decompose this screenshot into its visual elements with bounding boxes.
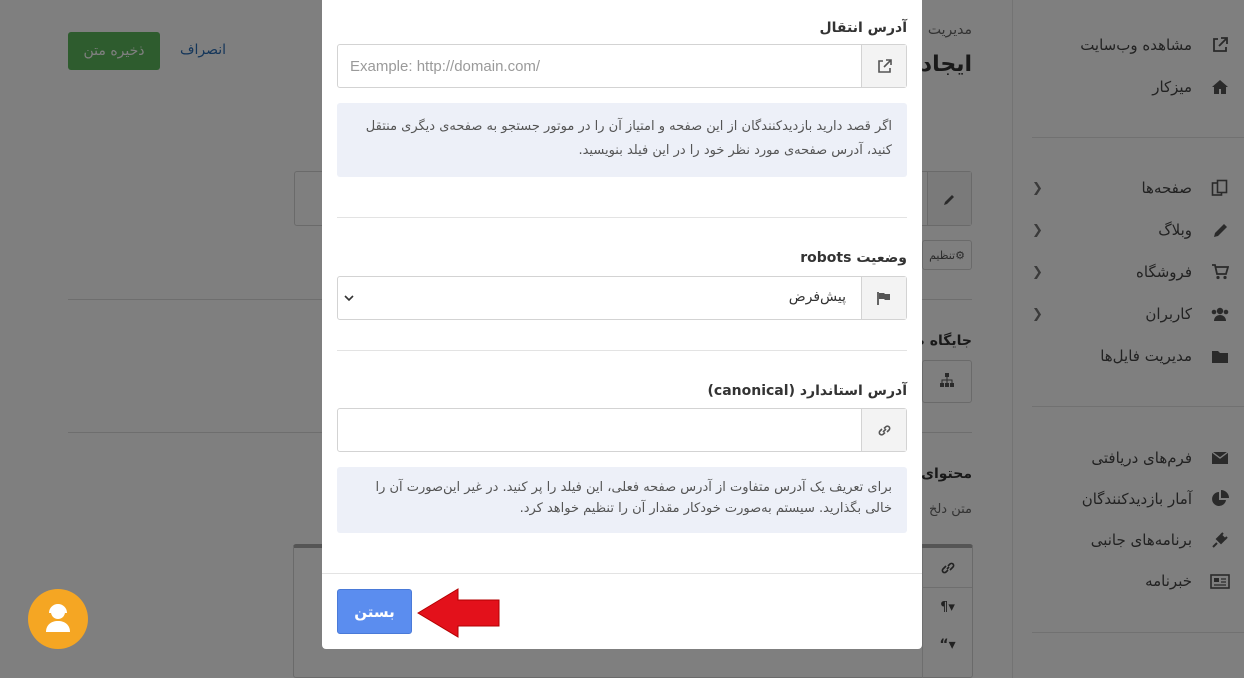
canonical-url-input[interactable] — [338, 409, 860, 451]
redirect-help-text: اگر قصد دارید بازدیدکنندگان از این صفحه … — [337, 103, 907, 177]
redirect-url-input[interactable] — [338, 45, 860, 87]
seo-settings-modal: آدرس انتقال اگر قصد دارید بازدیدکنندگان … — [322, 0, 922, 649]
support-chat-button[interactable] — [28, 589, 88, 649]
robots-selected-value: پیش‌فرض — [788, 289, 846, 305]
divider — [337, 350, 907, 351]
canonical-label: آدرس استاندارد (canonical) — [707, 383, 908, 399]
external-link-icon — [861, 45, 906, 87]
link-icon — [861, 409, 906, 451]
redirect-input-group — [337, 44, 907, 88]
canonical-input-group — [337, 408, 907, 452]
redirect-label: آدرس انتقال — [819, 20, 908, 36]
robots-select[interactable]: پیش‌فرض — [337, 276, 907, 320]
close-button[interactable]: بستن — [337, 589, 412, 634]
divider — [337, 217, 907, 218]
arrow-annotation-icon — [416, 587, 502, 643]
chevron-down-icon — [344, 291, 354, 305]
robots-label: وضعیت robots — [800, 250, 907, 266]
canonical-help-text: برای تعریف یک آدرس متفاوت از آدرس صفحه ف… — [337, 467, 907, 533]
modal-footer-divider — [322, 573, 922, 574]
support-agent-icon — [43, 601, 73, 637]
flag-icon — [861, 277, 906, 319]
